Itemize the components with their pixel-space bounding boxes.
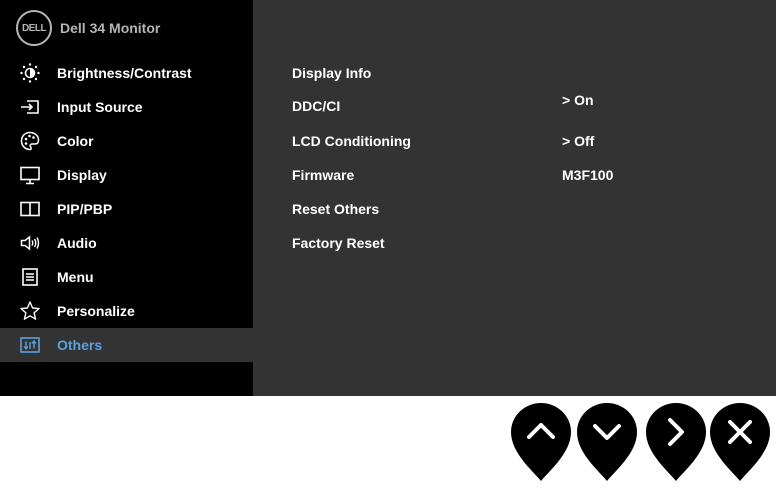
palette-icon [18,130,42,152]
pip-pbp-icon [18,198,42,220]
star-icon [18,300,42,322]
exit-button[interactable] [709,403,771,483]
sidebar-item-label: Audio [57,235,97,251]
sidebar-item-label: Color [57,133,94,149]
value-ddc-ci: > On [562,92,594,108]
option-firmware[interactable]: Firmware [292,167,354,183]
sidebar-item-label: Brightness/Contrast [57,65,192,81]
sidebar-item-pip-pbp[interactable]: PIP/PBP [0,192,253,226]
up-arrow-icon [511,403,571,481]
menu-icon [18,266,42,288]
sidebar-item-display[interactable]: Display [0,158,253,192]
others-icon [18,334,42,356]
right-arrow-icon [646,403,706,481]
input-source-icon [18,96,42,118]
sidebar: DELL Dell 34 Monitor Brightness/Contrast… [0,0,253,396]
down-button[interactable] [576,403,638,483]
brand-header: DELL Dell 34 Monitor [16,10,160,46]
next-button[interactable] [645,403,707,483]
option-reset-others[interactable]: Reset Others [292,201,379,217]
sidebar-item-label: Display [57,167,107,183]
option-factory-reset[interactable]: Factory Reset [292,235,385,251]
sidebar-item-label: Menu [57,269,94,285]
value-lcd-conditioning: > Off [562,133,595,149]
monitor-title: Dell 34 Monitor [60,20,161,36]
sidebar-item-personalize[interactable]: Personalize [0,294,253,328]
option-display-info[interactable]: Display Info [292,65,371,81]
down-arrow-icon [577,403,637,481]
sidebar-item-others[interactable]: Others [0,328,253,362]
value-firmware: M3F100 [562,167,614,183]
up-button[interactable] [510,403,572,483]
sidebar-item-label: Input Source [57,99,143,115]
sidebar-item-label: PIP/PBP [57,201,113,217]
sidebar-item-label: Personalize [57,303,135,319]
dell-logo: DELL [16,10,52,46]
osd-window: DELL Dell 34 Monitor Brightness/Contrast… [0,0,776,396]
sidebar-item-color[interactable]: Color [0,124,253,158]
brightness-icon [18,62,42,84]
speaker-icon [18,232,42,254]
sidebar-item-brightness-contrast[interactable]: Brightness/Contrast [0,56,253,90]
option-ddc-ci[interactable]: DDC/CI [292,98,340,114]
sidebar-item-audio[interactable]: Audio [0,226,253,260]
sidebar-item-input-source[interactable]: Input Source [0,90,253,124]
options-panel [253,0,776,396]
close-icon [710,403,770,481]
sidebar-item-menu[interactable]: Menu [0,260,253,294]
sidebar-item-label: Others [57,337,103,353]
option-lcd-conditioning[interactable]: LCD Conditioning [292,133,411,149]
display-icon [18,164,42,186]
